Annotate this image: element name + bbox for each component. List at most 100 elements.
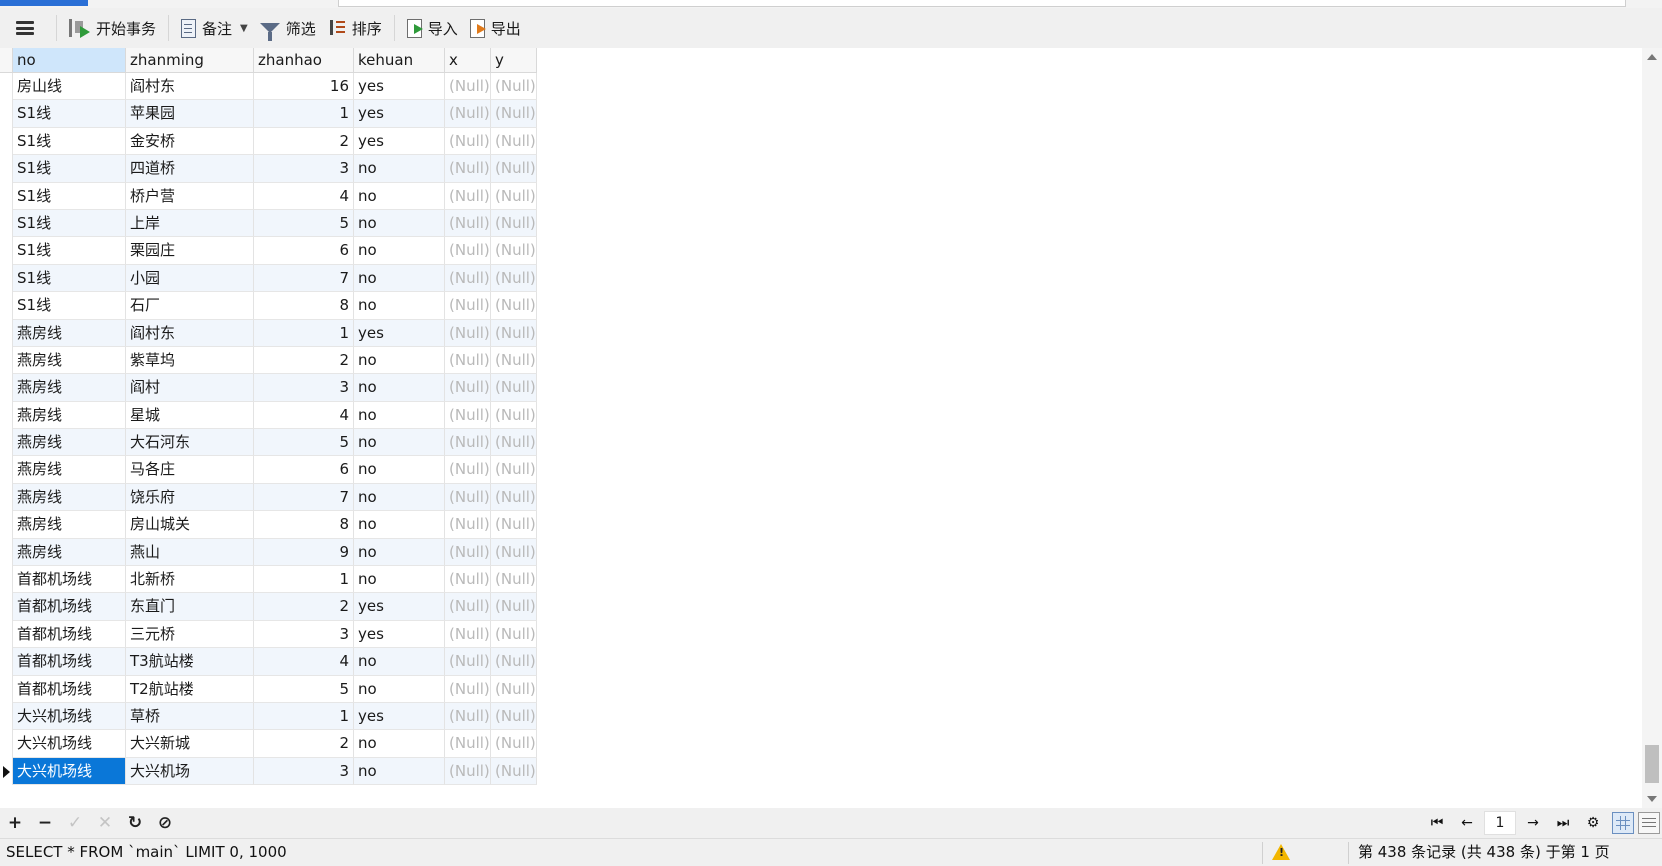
table-row[interactable]: S1线 金安桥 2 yes (Null) (Null) bbox=[0, 127, 537, 156]
stop-button[interactable]: ⊘ bbox=[150, 810, 180, 836]
cell-zhanming[interactable]: 北新桥 bbox=[126, 566, 254, 594]
cell-kehuan[interactable]: no bbox=[354, 264, 445, 293]
table-row[interactable]: 首都机场线 北新桥 1 no (Null) (Null) bbox=[0, 566, 537, 594]
row-selector[interactable] bbox=[0, 620, 13, 649]
menu-button[interactable] bbox=[0, 8, 50, 48]
row-selector[interactable] bbox=[0, 483, 13, 512]
cell-kehuan[interactable]: yes bbox=[354, 593, 445, 621]
cell-zhanming[interactable]: 石厂 bbox=[126, 292, 254, 320]
cell-x[interactable]: (Null) bbox=[445, 346, 491, 375]
cell-x[interactable]: (Null) bbox=[445, 566, 491, 594]
row-selector[interactable] bbox=[0, 566, 13, 594]
cell-zhanhao[interactable]: 7 bbox=[254, 264, 354, 293]
cell-y[interactable]: (Null) bbox=[491, 566, 537, 594]
page-number-input[interactable]: 1 bbox=[1484, 811, 1516, 835]
vertical-scrollbar[interactable] bbox=[1642, 48, 1662, 808]
form-view-icon[interactable] bbox=[1638, 812, 1660, 834]
cell-zhanhao[interactable]: 2 bbox=[254, 730, 354, 758]
cell-y[interactable]: (Null) bbox=[491, 100, 537, 128]
cell-x[interactable]: (Null) bbox=[445, 73, 491, 101]
cell-no[interactable]: 燕房线 bbox=[13, 346, 126, 375]
cell-no[interactable]: 燕房线 bbox=[13, 319, 126, 347]
cell-x[interactable]: (Null) bbox=[445, 593, 491, 621]
cell-zhanhao[interactable]: 3 bbox=[254, 374, 354, 402]
cell-y[interactable]: (Null) bbox=[491, 620, 537, 649]
cell-kehuan[interactable]: no bbox=[354, 401, 445, 430]
table-row[interactable]: 大兴机场线 大兴新城 2 no (Null) (Null) bbox=[0, 730, 537, 758]
cell-x[interactable]: (Null) bbox=[445, 511, 491, 539]
import-button[interactable]: 导入 bbox=[401, 12, 464, 44]
warning-icon[interactable] bbox=[1272, 844, 1290, 860]
row-selector[interactable] bbox=[0, 401, 13, 430]
cell-zhanhao[interactable]: 1 bbox=[254, 100, 354, 128]
row-selector[interactable] bbox=[0, 538, 13, 567]
table-row[interactable]: 首都机场线 T3航站楼 4 no (Null) (Null) bbox=[0, 648, 537, 676]
cell-kehuan[interactable]: no bbox=[354, 511, 445, 539]
cell-zhanming[interactable]: T2航站楼 bbox=[126, 675, 254, 703]
cell-x[interactable]: (Null) bbox=[445, 237, 491, 265]
column-header-zhanhao[interactable]: zhanhao bbox=[254, 48, 354, 73]
cell-x[interactable]: (Null) bbox=[445, 374, 491, 402]
cell-zhanhao[interactable]: 8 bbox=[254, 511, 354, 539]
row-selector[interactable] bbox=[0, 319, 13, 347]
apply-changes-button[interactable]: ✓ bbox=[60, 810, 90, 836]
cell-x[interactable]: (Null) bbox=[445, 702, 491, 731]
delete-record-button[interactable]: − bbox=[30, 810, 60, 836]
row-selector[interactable] bbox=[0, 292, 13, 320]
cell-y[interactable]: (Null) bbox=[491, 127, 537, 156]
table-row[interactable]: 首都机场线 三元桥 3 yes (Null) (Null) bbox=[0, 620, 537, 649]
cell-x[interactable]: (Null) bbox=[445, 292, 491, 320]
cell-x[interactable]: (Null) bbox=[445, 456, 491, 484]
cell-y[interactable]: (Null) bbox=[491, 401, 537, 430]
table-row[interactable]: 燕房线 星城 4 no (Null) (Null) bbox=[0, 401, 537, 430]
first-page-button[interactable]: ⏮ bbox=[1422, 810, 1452, 836]
table-row[interactable]: S1线 四道桥 3 no (Null) (Null) bbox=[0, 155, 537, 183]
scrollbar-thumb[interactable] bbox=[1645, 745, 1659, 783]
cell-y[interactable]: (Null) bbox=[491, 346, 537, 375]
cell-x[interactable]: (Null) bbox=[445, 155, 491, 183]
cell-y[interactable]: (Null) bbox=[491, 456, 537, 484]
prev-page-button[interactable]: ← bbox=[1452, 810, 1482, 836]
table-row[interactable]: 燕房线 房山城关 8 no (Null) (Null) bbox=[0, 511, 537, 539]
cell-zhanming[interactable]: 燕山 bbox=[126, 538, 254, 567]
cell-zhanming[interactable]: 马各庄 bbox=[126, 456, 254, 484]
row-selector[interactable] bbox=[0, 648, 13, 676]
cell-x[interactable]: (Null) bbox=[445, 401, 491, 430]
cell-no[interactable]: 燕房线 bbox=[13, 483, 126, 512]
scroll-up-icon[interactable] bbox=[1647, 54, 1657, 60]
scroll-down-icon[interactable] bbox=[1647, 796, 1657, 802]
cell-kehuan[interactable]: no bbox=[354, 429, 445, 457]
cell-no[interactable]: 首都机场线 bbox=[13, 620, 126, 649]
table-row[interactable]: 首都机场线 东直门 2 yes (Null) (Null) bbox=[0, 593, 537, 621]
row-selector[interactable] bbox=[0, 374, 13, 402]
cell-x[interactable]: (Null) bbox=[445, 429, 491, 457]
table-row[interactable]: S1线 桥户营 4 no (Null) (Null) bbox=[0, 182, 537, 210]
cell-y[interactable]: (Null) bbox=[491, 73, 537, 101]
cell-kehuan[interactable]: no bbox=[354, 566, 445, 594]
table-row[interactable]: 燕房线 马各庄 6 no (Null) (Null) bbox=[0, 456, 537, 484]
table-row[interactable]: S1线 栗园庄 6 no (Null) (Null) bbox=[0, 237, 537, 265]
table-row[interactable]: 燕房线 阎村 3 no (Null) (Null) bbox=[0, 374, 537, 402]
column-header-kehuan[interactable]: kehuan bbox=[354, 48, 445, 73]
cell-zhanhao[interactable]: 1 bbox=[254, 566, 354, 594]
cell-y[interactable]: (Null) bbox=[491, 209, 537, 238]
cell-y[interactable]: (Null) bbox=[491, 182, 537, 210]
row-selector[interactable] bbox=[0, 429, 13, 457]
cell-no[interactable]: 燕房线 bbox=[13, 429, 126, 457]
cell-kehuan[interactable]: yes bbox=[354, 73, 445, 101]
cell-y[interactable]: (Null) bbox=[491, 483, 537, 512]
cell-no[interactable]: 首都机场线 bbox=[13, 648, 126, 676]
cell-y[interactable]: (Null) bbox=[491, 237, 537, 265]
cell-no[interactable]: S1线 bbox=[13, 100, 126, 128]
cell-kehuan[interactable]: no bbox=[354, 456, 445, 484]
cell-zhanhao[interactable]: 16 bbox=[254, 73, 354, 101]
cell-zhanhao[interactable]: 1 bbox=[254, 702, 354, 731]
table-row[interactable]: S1线 苹果园 1 yes (Null) (Null) bbox=[0, 100, 537, 128]
cell-kehuan[interactable]: no bbox=[354, 237, 445, 265]
cell-no[interactable]: 燕房线 bbox=[13, 401, 126, 430]
cell-zhanhao[interactable]: 6 bbox=[254, 237, 354, 265]
cell-zhanming[interactable]: 阎村东 bbox=[126, 319, 254, 347]
row-selector[interactable] bbox=[0, 127, 13, 156]
next-page-button[interactable]: → bbox=[1518, 810, 1548, 836]
chevron-down-icon[interactable]: ▼ bbox=[240, 23, 248, 34]
